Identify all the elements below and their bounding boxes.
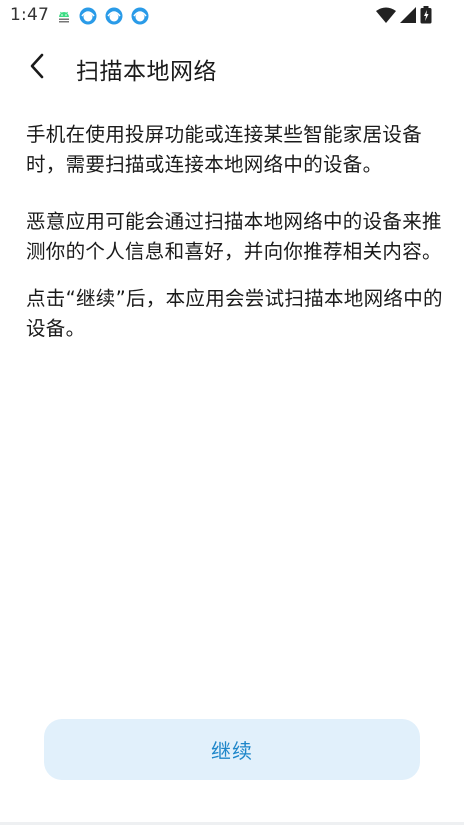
- cell-signal-icon: [400, 7, 416, 27]
- battery-icon: [420, 6, 432, 28]
- description-paragraph-2: 恶意应用可能会通过扫描本地网络中的设备来推测你的个人信息和喜好，并向你推荐相关内…: [26, 210, 442, 263]
- app-notification-icon: [130, 6, 150, 26]
- description-paragraph-1: 手机在使用投屏功能或连接某些智能家居设备时，需要扫描或连接本地网络中的设备。: [26, 123, 423, 176]
- chevron-left-icon: [28, 52, 48, 84]
- notification-icons: [56, 6, 150, 26]
- status-time: 1:47: [10, 5, 49, 25]
- wifi-icon: [376, 7, 396, 27]
- app-bar: 扫描本地网络: [0, 40, 464, 96]
- app-notification-icon: [104, 6, 124, 26]
- page-title: 扫描本地网络: [76, 59, 217, 85]
- description-paragraph-3: 点击“继续”后，本应用会尝试扫描本地网络中的设备。: [26, 287, 443, 340]
- app-notification-icon: [78, 6, 98, 26]
- back-button[interactable]: [18, 48, 58, 88]
- status-bar: 1:47: [0, 0, 464, 32]
- system-status-icons: [376, 6, 432, 28]
- content-body: 手机在使用投屏功能或连接某些智能家居设备时，需要扫描或连接本地网络中的设备。 恶…: [26, 120, 444, 344]
- android-debug-icon: [56, 8, 72, 24]
- continue-button[interactable]: 继续: [44, 719, 420, 780]
- continue-button-label: 继续: [211, 739, 253, 763]
